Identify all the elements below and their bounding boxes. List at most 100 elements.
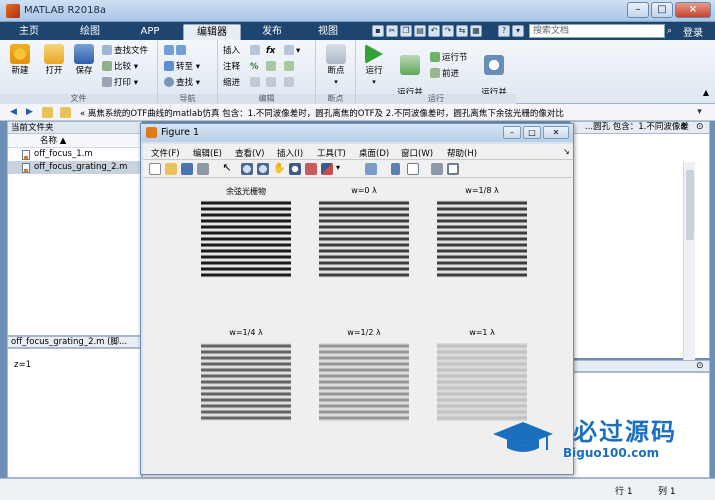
switch-window-quick-icon[interactable]: ⇆ (456, 25, 468, 37)
goto-button[interactable]: 转至 ▾ (164, 61, 200, 73)
new-button[interactable]: 新建 (6, 44, 34, 77)
cut-quick-icon[interactable]: ✂ (386, 25, 398, 37)
editor-scrollbar[interactable] (683, 162, 695, 362)
find-button[interactable]: 查找 ▾ (164, 77, 200, 89)
figure-close-button[interactable]: ✕ (543, 126, 569, 139)
breakpoints-section-label: 断点 (316, 94, 355, 104)
back-forward-button[interactable] (164, 45, 188, 57)
undo-quick-icon[interactable]: ↶ (428, 25, 440, 37)
rotate-icon[interactable] (289, 163, 301, 175)
zoom-in-icon[interactable] (241, 163, 253, 175)
file-item-selected[interactable]: off_focus_grating_2.m (8, 161, 141, 174)
colorbar-icon[interactable] (391, 163, 400, 175)
search-icon[interactable]: ⌕ (667, 26, 677, 36)
editor-menu-icon[interactable]: ⊙ (696, 122, 704, 132)
open-button[interactable]: 打开 (40, 44, 68, 77)
increase-indent-icon[interactable] (266, 77, 278, 89)
tab-home[interactable]: 主页 (4, 24, 54, 40)
open-file-icon[interactable] (165, 163, 177, 175)
menu-desktop[interactable]: 桌面(D) (359, 147, 389, 159)
comment-percent-icon[interactable]: % (250, 61, 259, 73)
name-column-header[interactable]: 名称 ▲ (8, 134, 141, 148)
collapse-ribbon-icon[interactable]: ▲ (703, 88, 709, 97)
save-quick-icon[interactable]: ▪ (372, 25, 384, 37)
menu-dock-icon[interactable]: ↘ (563, 147, 570, 156)
search-input[interactable]: 搜索文档 (529, 24, 665, 38)
layout-quick-icon[interactable]: ▦ (470, 25, 482, 37)
print-figure-icon[interactable] (197, 163, 209, 175)
copy-quick-icon[interactable]: ❐ (400, 25, 412, 37)
save-button[interactable]: 保存 (70, 44, 98, 77)
show-tools-icon[interactable] (447, 163, 459, 175)
print-button[interactable]: 打印 ▾ (102, 77, 138, 89)
subplot-title: w=1/8 λ (465, 186, 499, 195)
redo-quick-icon[interactable]: ↷ (442, 25, 454, 37)
up-folder-icon[interactable] (42, 107, 53, 118)
hide-tools-icon[interactable] (431, 163, 443, 175)
minimize-button[interactable]: – (627, 2, 649, 18)
menu-help[interactable]: 帮助(H) (447, 147, 477, 159)
paste-quick-icon[interactable]: ▤ (414, 25, 426, 37)
tab-editor[interactable]: 编辑器 (183, 24, 241, 40)
insert-button[interactable]: 插入 (223, 45, 240, 57)
scrollbar-thumb[interactable] (686, 170, 694, 240)
figure-menu-bar: 文件(F) 编辑(E) 查看(V) 插入(I) 工具(T) 桌面(D) 窗口(W… (143, 144, 573, 160)
figure-title-bar[interactable]: Figure 1 – □ ✕ (141, 124, 573, 142)
tab-publish[interactable]: 发布 (246, 24, 298, 40)
close-button[interactable]: × (675, 2, 711, 18)
run-section-button[interactable]: 运行节 (430, 52, 468, 64)
new-icon (10, 44, 30, 64)
back-icon[interactable]: ◀ (8, 107, 19, 118)
decrease-indent-icon[interactable] (284, 77, 296, 89)
folder-path[interactable]: « 离焦系统的OTF曲线的matlab仿真 包含：1.不同波像差时，圆孔离焦的O… (80, 107, 690, 119)
figure-minimize-button[interactable]: – (503, 126, 521, 139)
watermark-en: Biguo100.com (563, 446, 660, 460)
tab-apps[interactable]: APP (122, 24, 178, 40)
login-button[interactable]: 登录 (677, 24, 709, 39)
legend-icon[interactable] (407, 163, 419, 175)
find-files-button[interactable]: 查找文件 (102, 45, 148, 57)
breakpoint-icon (326, 44, 346, 64)
menu-view[interactable]: 查看(V) (235, 147, 264, 159)
figure-maximize-button[interactable]: □ (523, 126, 541, 139)
maximize-button[interactable]: □ (651, 2, 673, 18)
section-insert-icon[interactable] (250, 45, 262, 57)
uncomment-icon[interactable] (266, 61, 278, 73)
tab-plots[interactable]: 绘图 (62, 24, 118, 40)
command-window-menu-icon[interactable]: ⊙ (696, 361, 704, 371)
comment-button[interactable]: 注释 (223, 61, 240, 73)
brush-dropdown-icon[interactable]: ▾ (336, 163, 344, 175)
pointer-icon[interactable]: ↖ (221, 162, 233, 175)
file-item[interactable]: off_focus_1.m (8, 148, 141, 161)
pan-hand-icon[interactable]: ✋ (273, 163, 285, 175)
menu-file[interactable]: 文件(F) (151, 147, 180, 159)
run-button[interactable]: 运行 ▾ (360, 44, 388, 88)
smart-indent-icon[interactable] (250, 77, 262, 89)
new-figure-icon[interactable] (149, 163, 161, 175)
editor-close-icon[interactable]: ⊗ (680, 122, 688, 132)
save-figure-icon[interactable] (181, 163, 193, 175)
advance-button[interactable]: 前进 (430, 68, 459, 80)
zoom-out-icon[interactable] (257, 163, 269, 175)
brush-icon[interactable] (321, 163, 333, 175)
menu-edit[interactable]: 编辑(E) (193, 147, 222, 159)
menu-insert[interactable]: 插入(I) (277, 147, 303, 159)
menu-tools[interactable]: 工具(T) (317, 147, 346, 159)
compare-button[interactable]: 比较 ▾ (102, 61, 138, 73)
forward-icon[interactable]: ▶ (24, 107, 35, 118)
indent-button[interactable]: 缩进 (223, 77, 240, 89)
edit-section-label: 编辑 (218, 94, 315, 104)
details-bar[interactable]: off_focus_grating_2.m (脚... (7, 336, 142, 348)
menu-window[interactable]: 窗口(W) (401, 147, 433, 159)
fx-button[interactable]: fx (266, 45, 275, 57)
data-cursor-icon[interactable] (305, 163, 317, 175)
help-quick-icon[interactable]: ? (498, 25, 510, 37)
path-dropdown-icon[interactable]: ▾ (694, 107, 705, 118)
browse-folder-icon[interactable] (60, 107, 71, 118)
tab-view[interactable]: 视图 (302, 24, 354, 40)
breakpoints-button[interactable]: 断点 ▾ (320, 44, 352, 88)
insert-more-icon[interactable]: ▾ (284, 45, 300, 57)
wrap-comment-icon[interactable] (284, 61, 296, 73)
link-plot-icon[interactable] (365, 163, 377, 175)
customize-quick-icon[interactable]: ▾ (512, 25, 524, 37)
